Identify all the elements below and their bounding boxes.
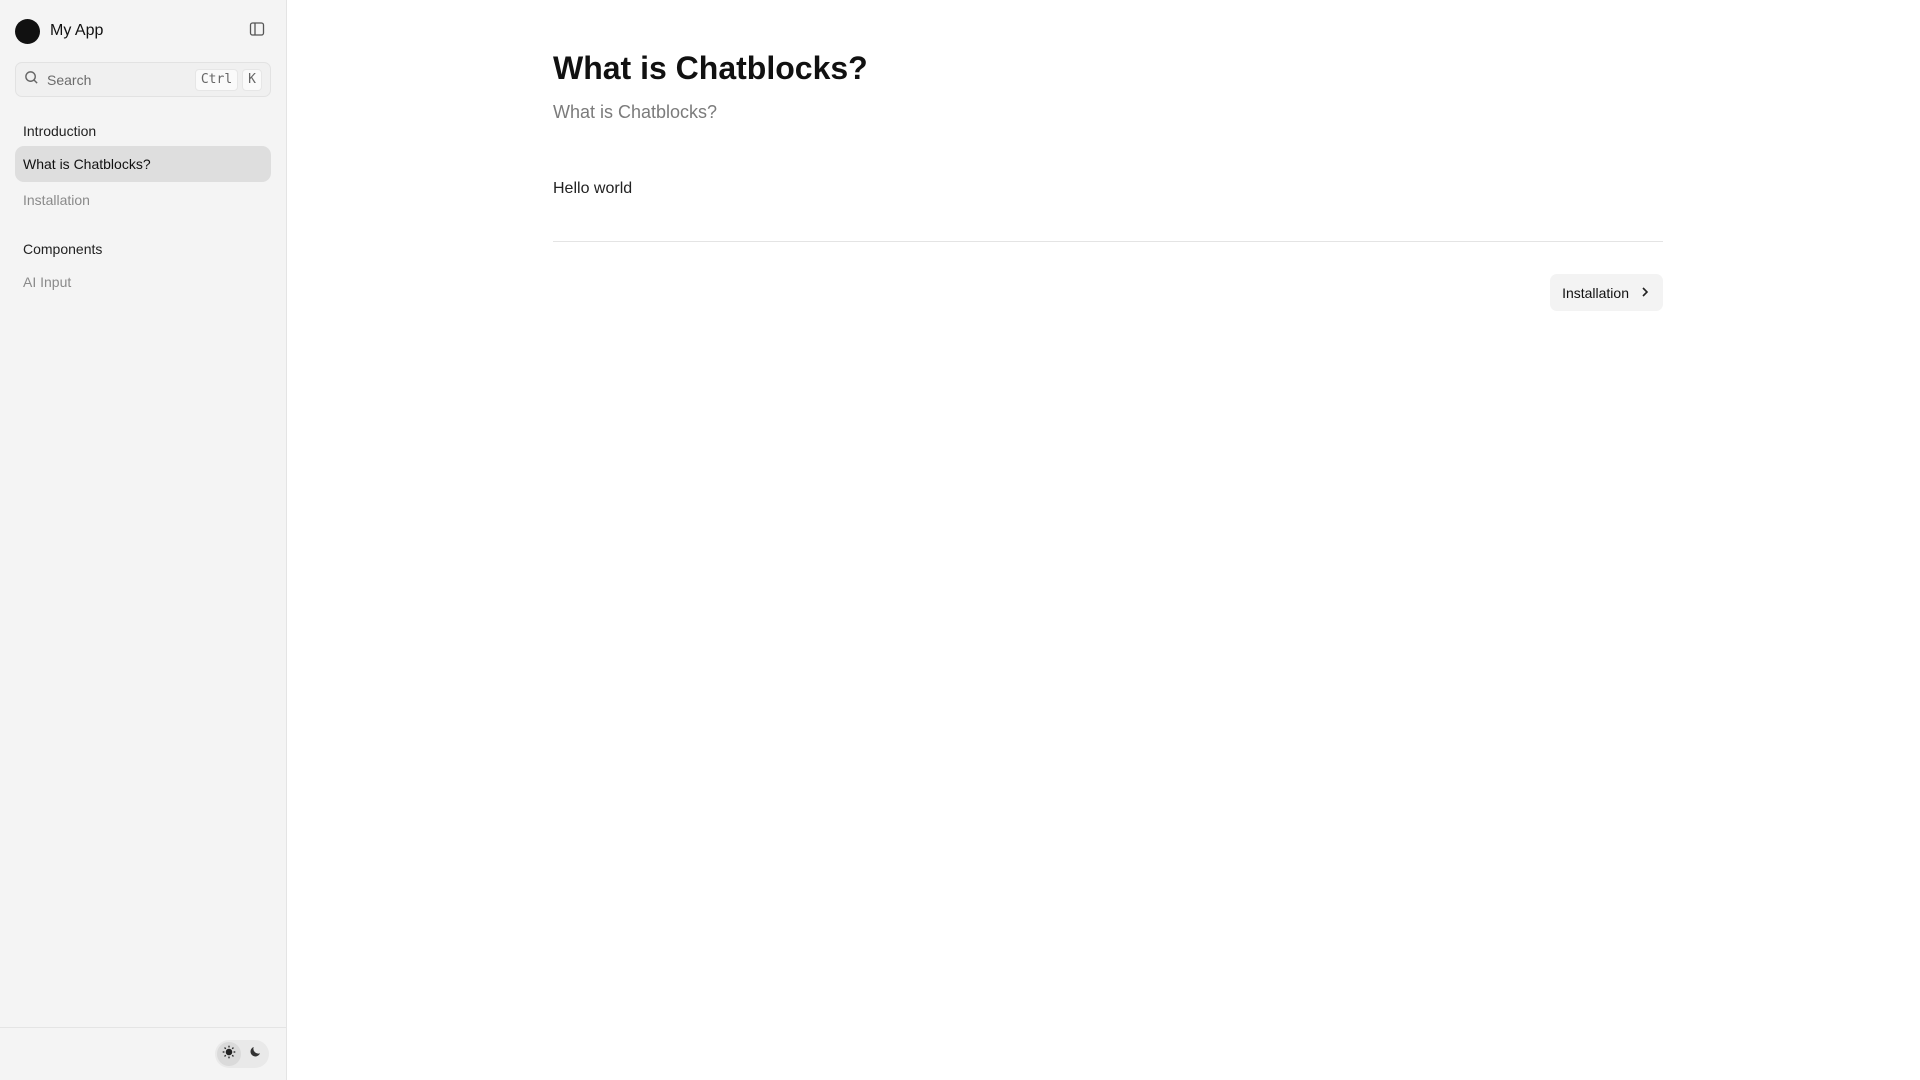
sidebar-item-what-is-chatblocks[interactable]: What is Chatblocks? (15, 146, 271, 182)
dark-theme-button[interactable] (243, 1042, 267, 1066)
page-pager: Installation (553, 274, 1663, 311)
page-subtitle: What is Chatblocks? (553, 102, 718, 122)
app-logo (15, 18, 40, 44)
sidebar: My App Search Ctrl K Introduction What i… (0, 0, 287, 1080)
sidebar-header: My App (0, 0, 286, 62)
sidebar-toggle-icon (249, 21, 265, 42)
sidebar-item-ai-input[interactable]: AI Input (15, 264, 271, 300)
app-name: My App (50, 22, 104, 39)
light-theme-button[interactable] (217, 1042, 241, 1066)
nav-group-introduction: Introduction (23, 123, 97, 139)
shortcut-key-k: K (242, 68, 262, 91)
sun-icon (222, 1045, 236, 1064)
shortcut-key-ctrl: Ctrl (194, 68, 239, 91)
sidebar-nav: Introduction What is Chatblocks? Install… (0, 97, 286, 300)
sidebar-footer (0, 1027, 286, 1080)
search-placeholder: Search (47, 71, 92, 88)
chevron-right-icon (1639, 285, 1651, 301)
next-page-button[interactable]: Installation (1550, 274, 1663, 311)
sidebar-item-installation[interactable]: Installation (15, 182, 271, 218)
app-brand[interactable]: My App (15, 18, 104, 44)
page-body-text: Hello world (553, 180, 633, 197)
main-content: What is Chatblocks? What is Chatblocks? … (287, 0, 1920, 1080)
app-root: My App Search Ctrl K Introduction What i… (0, 0, 1920, 1080)
search-shortcut: Ctrl K (194, 68, 262, 91)
doc-content: What is Chatblocks? What is Chatblocks? … (553, 48, 1663, 311)
content-divider (553, 241, 1663, 242)
next-page-label: Installation (1562, 284, 1629, 301)
search-icon (24, 70, 39, 90)
theme-switch (215, 1040, 269, 1068)
page-title: What is Chatblocks? (553, 50, 868, 86)
moon-icon (249, 1045, 262, 1063)
search-button[interactable]: Search Ctrl K (15, 62, 271, 97)
nav-group-components: Components (23, 241, 103, 257)
sidebar-toggle-button[interactable] (243, 17, 271, 45)
